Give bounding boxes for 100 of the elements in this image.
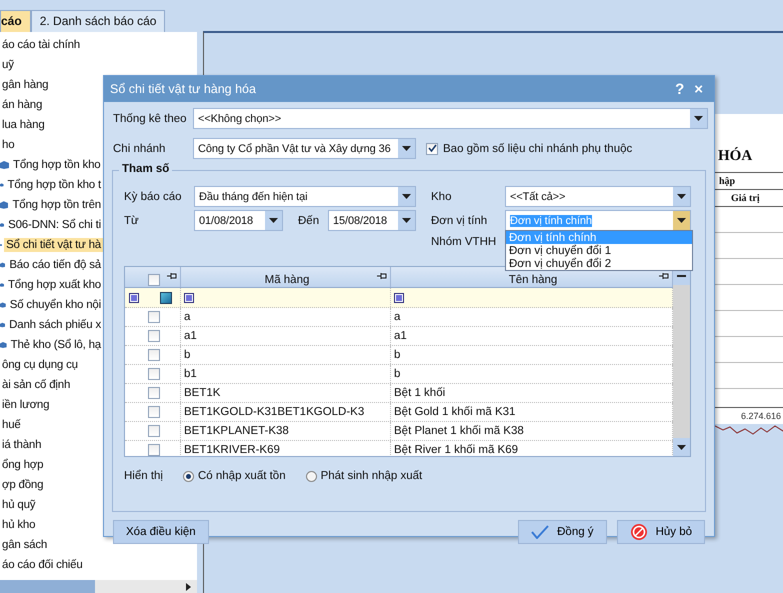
dropdown-field[interactable]: 01/08/2018 [194, 210, 283, 231]
dropdown-field[interactable]: <<Tất cả>> [505, 186, 691, 207]
book-icon [0, 201, 8, 209]
tree-item[interactable]: uỹ [0, 58, 16, 72]
field-label: Từ [124, 214, 140, 226]
caret-icon [677, 218, 686, 223]
table-cell: b1 [181, 365, 391, 383]
table-cell: a1 [181, 327, 391, 345]
clear-button[interactable]: Xóa điều kiện [113, 520, 209, 544]
tree-item[interactable]: lua hàng [0, 118, 47, 132]
tree-item[interactable]: ổng hợp [0, 458, 46, 472]
field-label: Kỳ báo cáo [124, 190, 183, 202]
book-icon [0, 161, 9, 169]
tree-item[interactable]: áo cáo tài chính [0, 38, 82, 52]
radio-label: Phát sinh nhập xuất [320, 470, 422, 482]
dropdown-option[interactable]: Đơn vị chuyển đổi 1 [506, 244, 692, 257]
checkbox[interactable] [148, 368, 160, 380]
checkbox[interactable] [148, 349, 160, 361]
dropdown-option[interactable]: Đơn vị chuyển đổi 2 [506, 257, 692, 270]
column-header[interactable]: Mã hàng [264, 274, 310, 286]
tree-item[interactable]: iá thành [0, 438, 44, 452]
book-icon [0, 321, 6, 329]
window-title: Sổ chi tiết vật tư hàng hóa [110, 82, 257, 96]
checkbox[interactable] [148, 406, 160, 418]
caret-icon [402, 218, 411, 223]
radio-button[interactable] [306, 470, 317, 482]
tree-item[interactable]: S06-DNN: Sổ chi ti [6, 218, 103, 232]
caret-icon [677, 444, 686, 450]
tree-item[interactable]: ài sản cố định [0, 378, 72, 392]
ok-button[interactable]: Đồng ý [518, 520, 607, 544]
tree-item[interactable]: gân sách [0, 538, 50, 552]
tree-item[interactable]: Tổng hợp tồn kho [11, 158, 102, 172]
tab[interactable]: cáo [0, 10, 31, 32]
book-icon [0, 301, 6, 309]
caret-icon [402, 146, 411, 151]
tree-item[interactable]: Sổ chi tiết vật tư hà [4, 238, 103, 252]
filter-icon[interactable] [184, 292, 194, 302]
dropdown-field[interactable]: 15/08/2018 [328, 210, 416, 231]
tree-item[interactable]: Tổng hợp xuất kho [6, 278, 103, 292]
field-label: Chi nhánh [113, 142, 166, 154]
tree-item[interactable]: ợp đồng [0, 478, 46, 492]
checkbox[interactable] [148, 444, 160, 456]
table-cell: BET1K [181, 384, 391, 402]
book-icon [0, 181, 4, 189]
field-label: Đơn vị tính [431, 214, 488, 226]
field-label: Nhóm VTHH [431, 236, 496, 248]
checkbox[interactable] [148, 274, 160, 286]
field-label: Hiển thị [124, 470, 163, 482]
caret-icon [269, 218, 278, 223]
table-cell: BET1KRIVER-K69 [181, 441, 391, 456]
checkbox-label: Bao gồm số liệu chi nhánh phụ thuộc [443, 142, 632, 154]
report-total: 6.274.616 [741, 411, 782, 421]
checkbox[interactable] [148, 425, 160, 437]
book-icon [0, 341, 7, 349]
caret-icon [694, 116, 703, 121]
book-icon [0, 221, 4, 229]
dropdown-field[interactable]: Công ty Cổ phần Vật tư và Xây dựng 36 [193, 138, 416, 159]
filter-icon[interactable] [394, 292, 404, 302]
pin-icon [167, 272, 177, 280]
tree-item[interactable]: huế [0, 418, 23, 432]
field-label: Kho [431, 190, 452, 202]
column-header: Giá trị [731, 192, 760, 204]
tab[interactable]: 2. Danh sách báo cáo [30, 10, 166, 32]
filter-icon[interactable] [129, 292, 139, 302]
dropdown-field[interactable]: <<Không chọn>> [193, 108, 708, 129]
tree-item[interactable]: án hàng [0, 98, 44, 112]
group-title: Tham số [119, 163, 172, 175]
tree-item[interactable]: hủ kho [0, 518, 38, 532]
pin-icon [659, 272, 669, 280]
checkbox[interactable] [148, 330, 160, 342]
check-icon [531, 525, 550, 539]
checkbox[interactable] [426, 142, 438, 154]
radio-button[interactable] [183, 470, 194, 482]
tree-item[interactable]: hủ quỹ [0, 498, 38, 512]
checkbox[interactable] [148, 387, 160, 399]
tree-item[interactable]: ông cụ dụng cụ [0, 358, 80, 372]
horizontal-scrollbar[interactable] [0, 580, 197, 593]
tree-item[interactable]: Tổng hợp tồn kho t [6, 178, 103, 192]
tree-item[interactable]: Thẻ kho (Sổ lô, hạ [8, 338, 103, 352]
report-title: HÓA [718, 148, 752, 164]
table-cell: BET1KPLANET-K38 [181, 422, 391, 440]
tree-item[interactable]: Tổng hợp tồn trên [10, 198, 103, 212]
filter-icon[interactable] [160, 292, 172, 304]
caret-icon [677, 194, 686, 199]
no-entry-icon [630, 523, 648, 541]
checkbox[interactable] [148, 311, 160, 323]
tree-item[interactable]: áo cáo đối chiếu [0, 558, 85, 572]
table-cell: BET1KGOLD-K31BET1KGOLD-K3 [181, 403, 391, 421]
radio-label: Có nhập xuất tồn [198, 470, 286, 482]
column-header[interactable]: Tên hàng [508, 274, 558, 286]
tree-item[interactable]: ho [0, 138, 16, 152]
pin-icon [377, 272, 387, 280]
cancel-button[interactable]: Hủy bỏ [616, 520, 705, 544]
tree-item[interactable]: Báo cáo tiến độ sả [7, 258, 103, 272]
dropdown-field[interactable]: Đầu tháng đến hiện tại [194, 186, 416, 207]
tree-item[interactable]: gân hàng [0, 78, 50, 92]
tree-item[interactable]: iền lương [0, 398, 52, 412]
table-cell: b [181, 346, 391, 364]
tree-item[interactable]: Số chuyển kho nội [8, 298, 103, 312]
tree-item[interactable]: Danh sách phiếu x [7, 318, 103, 332]
